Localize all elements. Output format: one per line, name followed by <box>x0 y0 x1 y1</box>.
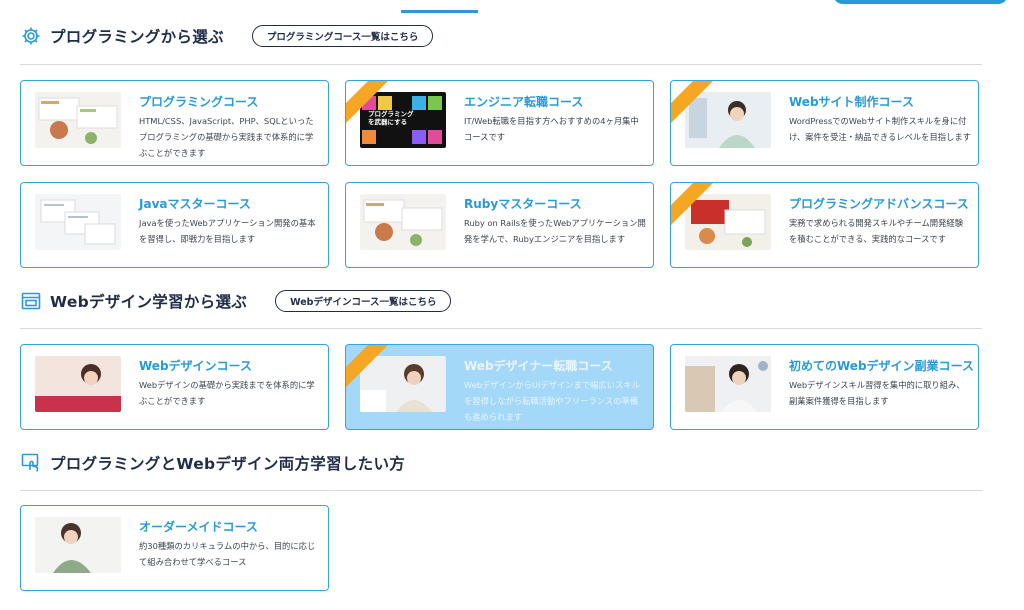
section-programming-header: プログラミングから選ぶ プログラミングコース一覧はこちら <box>20 22 434 50</box>
monitor-touch-icon <box>20 452 42 474</box>
course-title: Rubyマスターコース <box>464 197 582 211</box>
active-tab-indicator <box>401 10 478 13</box>
course-description: WebデザインからUIデザインまで幅広いスキルを習得しながら転職活動やフリーラン… <box>464 380 640 422</box>
section-both-header: プログラミングとWebデザイン両方学習したい方 <box>20 449 405 477</box>
course-title: Javaマスターコース <box>139 197 251 211</box>
course-card-programming[interactable]: プログラミングコース HTML/CSS、JavaScript、PHP、SQLとい… <box>20 80 329 166</box>
benefit-ribbon <box>671 183 713 225</box>
course-card-engineer-career[interactable]: プログラミングを武器にする エンジニア転職コース IT/Web転職を目指す方へお… <box>345 80 654 166</box>
section-webdesign-header: Webデザイン学習から選ぶ Webデザインコース一覧はこちら <box>20 287 452 315</box>
section-divider <box>20 490 982 491</box>
course-title: プログラミングアドバンスコース <box>789 197 969 211</box>
course-card-programming-advance[interactable]: プログラミングアドバンスコース 実務で求められる開発スキルやチーム開発経験を積む… <box>670 182 979 268</box>
benefit-ribbon <box>346 345 388 387</box>
course-description: HTML/CSS、JavaScript、PHP、SQLといったプログラミングの基… <box>139 116 314 158</box>
course-thumbnail <box>360 194 446 250</box>
course-description: Javaを使ったWebアプリケーション開発の基本を習得し、即戦力を目指します <box>139 218 316 244</box>
course-card-order-made[interactable]: オーダーメイドコース 約30種類のカリキュラムの中から、目的に応じて組み合わせて… <box>20 505 329 591</box>
programming-course-list-button[interactable]: プログラミングコース一覧はこちら <box>251 25 434 47</box>
section-title: Webデザイン学習から選ぶ <box>50 293 248 311</box>
course-card-webdesign[interactable]: Webデザインコース Webデザインの基礎から実践までを体系的に学ぶことができま… <box>20 344 329 430</box>
course-card-website-production[interactable]: Webサイト制作コース WordPressでのWebサイト制作スキルを身に付け、… <box>670 80 979 166</box>
benefit-ribbon <box>346 81 388 123</box>
course-title: 初めてのWebデザイン副業コース <box>789 359 974 373</box>
course-description: 実務で求められる開発スキルやチーム開発経験を積むことができる、実践的なコースです <box>789 218 963 244</box>
web-window-icon <box>20 290 42 312</box>
course-description: Webデザインスキル習得を集中的に取り組み、副業案件獲得を目指します <box>789 380 965 406</box>
benefit-ribbon <box>671 81 713 123</box>
course-title: Webデザインコース <box>139 359 252 373</box>
course-description: Webデザインの基礎から実践までを体系的に学ぶことができます <box>139 380 315 406</box>
section-divider <box>20 64 982 65</box>
course-thumbnail <box>35 517 121 573</box>
course-card-java-master[interactable]: Javaマスターコース Javaを使ったWebアプリケーション開発の基本を習得し… <box>20 182 329 268</box>
header-cta-button[interactable] <box>833 0 1008 4</box>
course-card-ruby-master[interactable]: Rubyマスターコース Ruby on Railsを使ったWebアプリケーション… <box>345 182 654 268</box>
gear-icon <box>20 25 42 47</box>
course-card-webdesigner-career[interactable]: Webデザイナー転職コース WebデザインからUIデザインまで幅広いスキルを習得… <box>345 344 654 430</box>
webdesign-course-list-button[interactable]: Webデザインコース一覧はこちら <box>275 290 452 312</box>
course-thumbnail <box>35 92 121 148</box>
section-divider <box>20 328 982 329</box>
course-description: 約30種類のカリキュラムの中から、目的に応じて組み合わせて学べるコース <box>139 541 316 567</box>
course-card-first-webdesign-sidejob[interactable]: 初めてのWebデザイン副業コース Webデザインスキル習得を集中的に取り組み、副… <box>670 344 979 430</box>
course-description: Ruby on Railsを使ったWebアプリケーション開発を学んで、Rubyエ… <box>464 218 646 244</box>
course-title: Webサイト制作コース <box>789 95 914 109</box>
course-thumbnail <box>35 356 121 412</box>
course-title: エンジニア転職コース <box>464 95 584 109</box>
course-title: プログラミングコース <box>139 95 259 109</box>
section-title: プログラミングから選ぶ <box>50 28 224 46</box>
course-description: IT/Web転職を目指す方へおすすめの4ヶ月集中コースです <box>464 116 639 142</box>
course-thumbnail <box>685 356 771 412</box>
course-description: WordPressでのWebサイト制作スキルを身に付け、案件を受注・納品できるレ… <box>789 116 971 142</box>
course-thumbnail <box>35 194 121 250</box>
course-title: オーダーメイドコース <box>139 520 258 534</box>
course-title: Webデザイナー転職コース <box>464 359 613 373</box>
section-title: プログラミングとWebデザイン両方学習したい方 <box>50 455 406 473</box>
